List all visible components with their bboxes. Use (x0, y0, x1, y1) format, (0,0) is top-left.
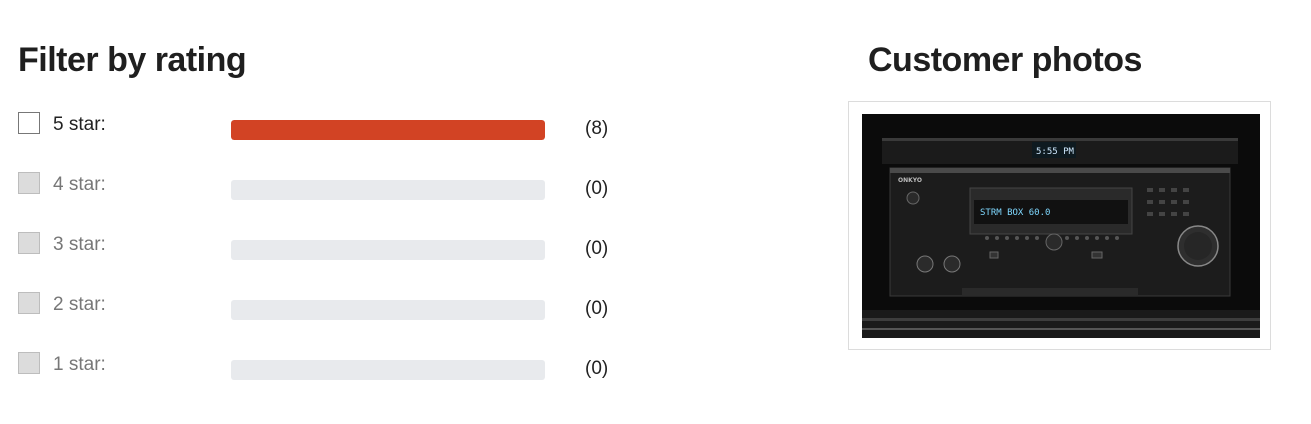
checkbox (18, 172, 40, 194)
rating-row-5-star[interactable]: 5 star: (8) (18, 112, 618, 140)
rating-label: 5 star: (53, 114, 106, 135)
rating-row-2-star: 2 star: (0) (18, 292, 618, 320)
rating-count: (0) (585, 178, 609, 199)
rating-label: 3 star: (53, 234, 106, 255)
rating-bar (231, 120, 545, 140)
rating-row-1-star: 1 star: (0) (18, 352, 618, 380)
display-readout: STRM BOX 60.0 (980, 208, 1050, 218)
brand-logo-text: ONKYO (898, 177, 922, 184)
rating-count: (0) (585, 238, 609, 259)
checkbox (18, 352, 40, 374)
rating-count: (0) (585, 298, 609, 319)
rating-bar (231, 300, 545, 320)
filter-title: Filter by rating (18, 41, 247, 79)
rating-bar (231, 360, 545, 380)
rating-label: 4 star: (53, 174, 106, 195)
rating-row-3-star: 3 star: (0) (18, 232, 618, 260)
rating-count: (0) (585, 358, 609, 379)
customer-photo-thumbnail[interactable]: 5:55 PM ONKYO STRM BOX 60.0 (848, 101, 1271, 350)
receiver-photo: 5:55 PM ONKYO STRM BOX 60.0 (862, 114, 1260, 338)
photos-title: Customer photos (868, 41, 1142, 79)
checkbox (18, 232, 40, 254)
rating-count: (8) (585, 118, 609, 139)
svg-text:5:55 PM: 5:55 PM (1036, 147, 1075, 157)
rating-label: 1 star: (53, 354, 106, 375)
rating-row-4-star: 4 star: (0) (18, 172, 618, 200)
checkbox (18, 292, 40, 314)
rating-bar (231, 240, 545, 260)
rating-bar-fill (231, 120, 545, 140)
rating-label: 2 star: (53, 294, 106, 315)
checkbox[interactable] (18, 112, 40, 134)
rating-bar (231, 180, 545, 200)
